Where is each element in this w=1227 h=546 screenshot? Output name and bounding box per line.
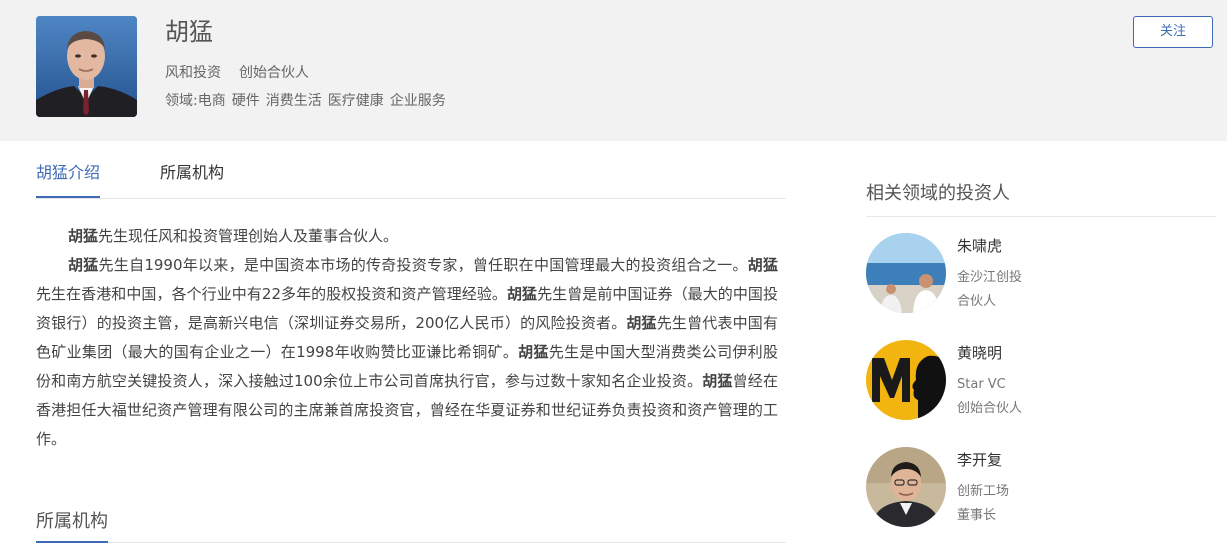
field-tag[interactable]: 电商 [198,93,226,109]
bio-sentence: 先生在香港和中国，各个行业中有22多年的股权投资和资产管理经验。 [36,285,507,303]
profile-role: 创始合伙人 [239,65,309,81]
bio-name: 胡猛 [702,372,733,390]
profile-company[interactable]: 风和投资 [165,65,221,81]
investor-role: 创始合伙人 [957,401,1023,416]
investor-card[interactable]: 朱啸虎 金沙江创投 合伙人 [866,233,1216,315]
bio-name: 胡猛 [518,343,549,361]
bio-name: 胡猛 [506,285,538,303]
profile-company-line: 风和投资 创始合伙人 [165,63,309,83]
investor-org: 创新工场 [957,484,1010,499]
bio-sentence: 先生现任风和投资管理创始人及董事合伙人。 [98,227,399,245]
investor-name[interactable]: 李开复 [957,449,1002,471]
investor-card[interactable]: 黄晓明 Star VC 创始合伙人 [866,340,1216,422]
field-tag[interactable]: 消费生活 [266,93,322,109]
tab-intro[interactable]: 胡猛介绍 [36,162,100,184]
field-tag[interactable]: 企业服务 [390,93,446,109]
bio-name: 胡猛 [747,256,778,274]
bio-sentence: 先生自1990年以来，是中国资本市场的传奇投资专家，曾任职在中国管理最大的投资组… [98,256,748,274]
organization-section-title: 所属机构 [36,511,108,532]
bio-name: 胡猛 [68,227,99,245]
bio-text: 胡猛先生现任风和投资管理创始人及董事合伙人。 胡猛先生自1990年以来，是中国资… [36,222,778,454]
fields-label: 领域: [165,93,198,109]
field-tag[interactable]: 医疗健康 [328,93,384,109]
profile-header: 胡猛 风和投资 创始合伙人 领域:电商 硬件 消费生活 医疗健康 企业服务 关注 [0,0,1227,141]
investor-card[interactable]: 李开复 创新工场 董事长 [866,447,1216,529]
tab-active-indicator [36,196,100,198]
profile-fields: 领域:电商 硬件 消费生活 医疗健康 企业服务 [165,91,452,111]
investor-org: 金沙江创投 [957,270,1023,285]
investor-avatar [866,340,946,420]
bio-paragraph: 胡猛先生现任风和投资管理创始人及董事合伙人。 [36,222,778,251]
bio-name: 胡猛 [68,256,99,274]
investor-avatar [866,233,946,313]
profile-avatar [36,16,137,117]
investor-avatar [866,447,946,527]
investor-name[interactable]: 黄晓明 [957,342,1002,364]
content-tabs: 胡猛介绍 所属机构 [36,154,786,199]
related-investors-title: 相关领域的投资人 [866,183,1010,204]
tab-organization[interactable]: 所属机构 [160,162,224,184]
investor-role: 董事长 [957,508,997,523]
sidebar-divider [866,216,1216,217]
profile-name: 胡猛 [165,18,213,46]
investor-name[interactable]: 朱啸虎 [957,235,1002,257]
section-divider [36,542,786,543]
section-accent-line [36,541,108,543]
follow-button[interactable]: 关注 [1133,16,1213,48]
bio-paragraph: 胡猛先生自1990年以来，是中国资本市场的传奇投资专家，曾任职在中国管理最大的投… [36,251,778,454]
bio-name: 胡猛 [626,314,657,332]
investor-org: Star VC [957,377,1006,392]
field-tag[interactable]: 硬件 [232,93,260,109]
investor-role: 合伙人 [957,294,997,309]
